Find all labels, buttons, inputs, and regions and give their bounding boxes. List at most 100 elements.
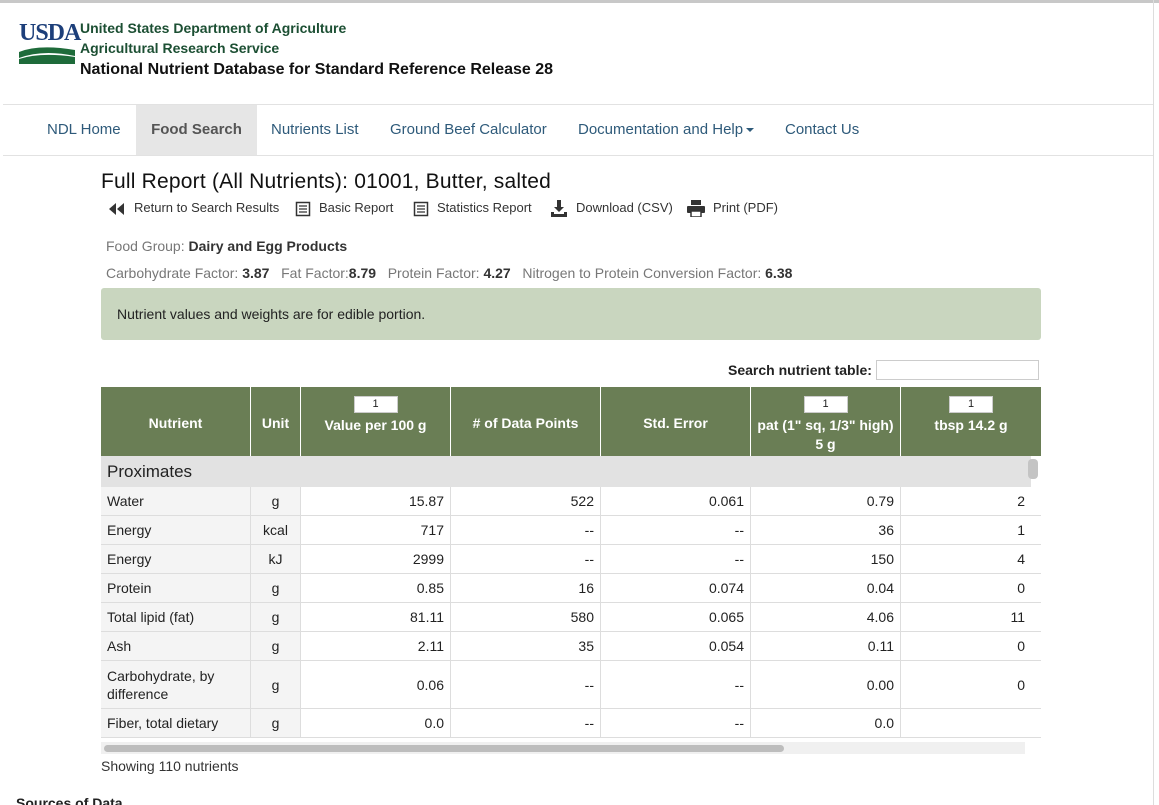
- cell-pat: 150: [751, 545, 901, 573]
- nitrogen-factor-value: 6.38: [765, 265, 793, 281]
- header-database-title: National Nutrient Database for Standard …: [80, 61, 554, 78]
- tbsp-multiplier-input[interactable]: 1: [949, 396, 993, 413]
- nav-food-search[interactable]: Food Search: [136, 105, 257, 155]
- conversion-factors: Carbohydrate Factor: 3.87 Fat Factor:8.7…: [106, 265, 792, 281]
- nav-documentation-help[interactable]: Documentation and Help: [578, 105, 755, 155]
- cell-unit: g: [251, 574, 301, 602]
- cell-nutrient: Carbohydrate, by difference: [101, 661, 251, 708]
- nutrient-group-label: Proximates: [107, 462, 193, 481]
- cell-unit: kJ: [251, 545, 301, 573]
- cell-pat: 4.06: [751, 603, 901, 631]
- nutrient-table: Nutrient Unit 1 Value per 100 g # of Dat…: [101, 387, 1041, 739]
- col-header-pat[interactable]: 1 pat (1" sq, 1/3" high) 5 g: [751, 387, 901, 456]
- cell-tbsp: 1: [1017, 522, 1025, 538]
- cell-pat: 0.00: [751, 661, 901, 708]
- cell-data-points: --: [451, 545, 601, 573]
- return-to-search-link[interactable]: Return to Search Results: [108, 198, 279, 218]
- cell-data-points: 522: [451, 487, 601, 515]
- nav-nutrients-list[interactable]: Nutrients List: [271, 105, 359, 155]
- cell-tbsp: 0: [1017, 638, 1025, 654]
- col-header-tbsp-label: tbsp 14.2 g: [934, 417, 1008, 433]
- statistics-report-label: Statistics Report: [437, 200, 532, 215]
- table-row: Fiber, total dietary g 0.0 -- -- 0.0: [101, 709, 1041, 738]
- col-header-data-points[interactable]: # of Data Points: [451, 387, 601, 456]
- header-service: Agricultural Research Service: [80, 40, 280, 56]
- table-vertical-scrollbar[interactable]: [1028, 459, 1038, 479]
- edible-portion-notice: Nutrient values and weights are for edib…: [101, 288, 1041, 340]
- protein-factor-label: Protein Factor:: [387, 265, 480, 281]
- search-nutrient-input[interactable]: [876, 360, 1039, 380]
- nutrient-count: Showing 110 nutrients: [101, 758, 239, 774]
- table-row: Energy kJ 2999 -- -- 150 4: [101, 545, 1041, 574]
- cell-nutrient: Ash: [101, 632, 251, 660]
- cell-pat: 0.79: [751, 487, 901, 515]
- cell-nutrient: Water: [101, 487, 251, 515]
- download-csv-label: Download (CSV): [576, 200, 673, 215]
- cell-tbsp: 0: [1017, 676, 1025, 693]
- nav-ground-beef-calculator[interactable]: Ground Beef Calculator: [390, 105, 547, 155]
- cell-std-error: --: [601, 709, 751, 737]
- sources-heading: Sources of Data: [16, 795, 123, 805]
- col-header-tbsp[interactable]: 1 tbsp 14.2 g: [901, 387, 1041, 456]
- cell-std-error: --: [601, 516, 751, 544]
- value-multiplier-input[interactable]: 1: [353, 396, 398, 413]
- pat-multiplier-input[interactable]: 1: [803, 396, 848, 413]
- cell-std-error: --: [601, 545, 751, 573]
- col-header-value-per-100g[interactable]: 1 Value per 100 g: [301, 387, 451, 456]
- cell-nutrient: Fiber, total dietary: [101, 709, 251, 737]
- cell-value: 81.11: [301, 603, 451, 631]
- carb-factor-label: Carbohydrate Factor:: [106, 265, 239, 281]
- cell-data-points: --: [451, 709, 601, 737]
- nav-documentation-help-label: Documentation and Help: [578, 121, 744, 138]
- col-header-std-error-label: Std. Error: [643, 415, 708, 431]
- food-group-value: Dairy and Egg Products: [188, 238, 348, 254]
- cell-tbsp: 2: [1017, 493, 1025, 509]
- page: USDA United States Department of Agricul…: [0, 0, 1159, 805]
- cell-value: 2.11: [301, 632, 451, 660]
- cell-value: 2999: [301, 545, 451, 573]
- table-row: Energy kcal 717 -- -- 36 1: [101, 516, 1041, 545]
- usda-logo-text: USDA: [19, 20, 81, 46]
- nav-ndl-home[interactable]: NDL Home: [47, 105, 121, 155]
- statistics-report-link[interactable]: Statistics Report: [413, 198, 532, 218]
- header-agency: United States Department of Agriculture: [80, 20, 347, 36]
- cell-value: 717: [301, 516, 451, 544]
- nav-contact-us[interactable]: Contact Us: [785, 105, 859, 155]
- cell-pat: 0.04: [751, 574, 901, 602]
- cell-unit: g: [251, 603, 301, 631]
- nitrogen-factor-label: Nitrogen to Protein Conversion Factor:: [522, 265, 762, 281]
- download-csv-link[interactable]: Download (CSV): [550, 198, 673, 218]
- printer-icon: [687, 200, 705, 218]
- table-row: Protein g 0.85 16 0.074 0.04 0: [101, 574, 1041, 603]
- fat-factor-label: Fat Factor:: [281, 265, 349, 281]
- search-table-label: Search nutrient table:: [728, 362, 872, 378]
- cell-unit: kcal: [251, 516, 301, 544]
- cell-data-points: 16: [451, 574, 601, 602]
- cell-unit: g: [251, 661, 301, 708]
- cell-std-error: 0.074: [601, 574, 751, 602]
- col-header-nutrient[interactable]: Nutrient: [101, 387, 251, 456]
- cell-std-error: 0.061: [601, 487, 751, 515]
- cell-value: 0.0: [301, 709, 451, 737]
- nutrient-group-proximates: Proximates: [101, 456, 1031, 487]
- col-header-unit[interactable]: Unit: [251, 387, 301, 456]
- return-to-search-label: Return to Search Results: [134, 200, 280, 215]
- window-right-edge: [1153, 0, 1154, 805]
- col-header-std-error[interactable]: Std. Error: [601, 387, 751, 456]
- print-pdf-link[interactable]: Print (PDF): [687, 198, 778, 218]
- usda-logo[interactable]: USDA: [19, 20, 81, 66]
- basic-report-link[interactable]: Basic Report: [295, 198, 393, 218]
- fast-backward-icon: [109, 202, 124, 215]
- nav-ground-beef-calculator-label: Ground Beef Calculator: [390, 121, 547, 138]
- cell-std-error: 0.054: [601, 632, 751, 660]
- cell-tbsp: 11: [1010, 609, 1025, 625]
- table-row: Carbohydrate, by difference g 0.06 -- --…: [101, 661, 1041, 709]
- download-icon: [551, 200, 567, 218]
- nav-contact-us-label: Contact Us: [785, 121, 860, 138]
- table-horizontal-scrollbar[interactable]: [104, 745, 784, 752]
- cell-data-points: --: [451, 661, 601, 708]
- nav-ndl-home-label: NDL Home: [47, 121, 121, 138]
- food-group-label: Food Group:: [106, 238, 185, 254]
- print-pdf-label: Print (PDF): [713, 200, 778, 215]
- col-header-nutrient-label: Nutrient: [148, 415, 203, 431]
